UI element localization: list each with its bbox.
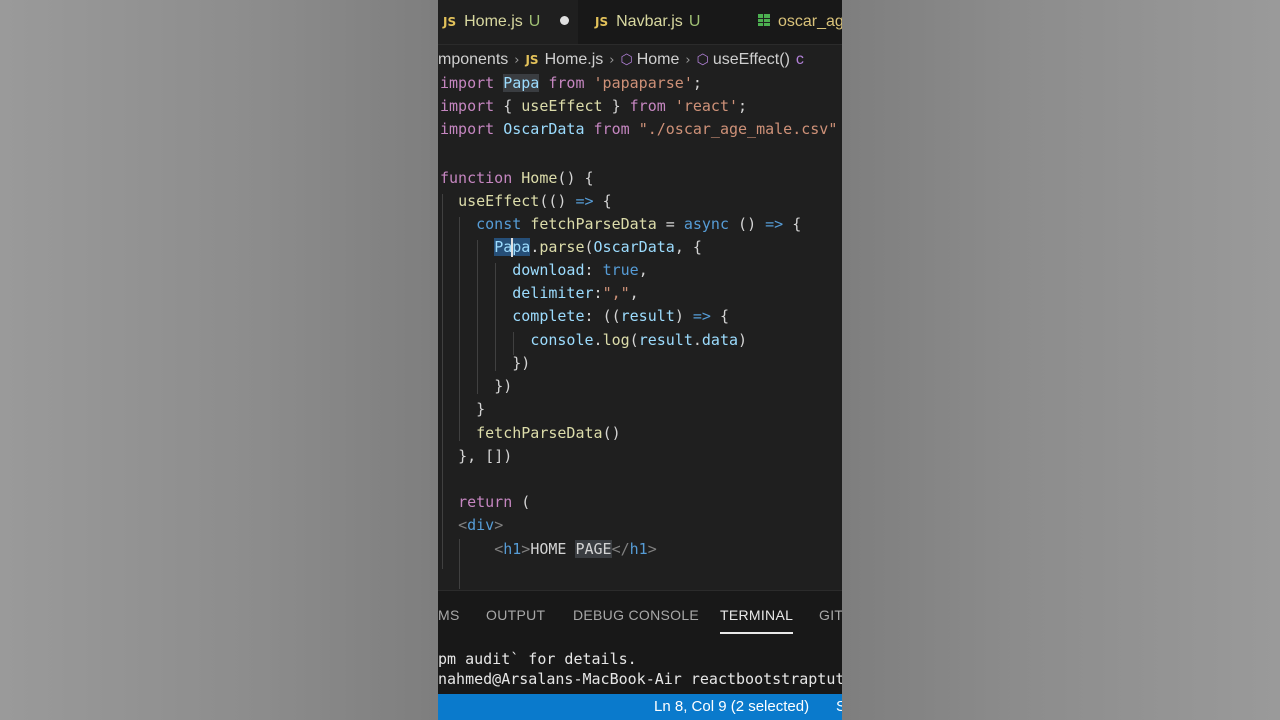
- terminal-line: pm audit` for details.: [438, 650, 637, 668]
- unsaved-dot-icon[interactable]: [560, 16, 570, 26]
- code-line[interactable]: }, []): [440, 445, 512, 468]
- code-line[interactable]: import Papa from 'papaparse';: [440, 72, 702, 95]
- code-line[interactable]: Papa.parse(OscarData, {: [440, 236, 702, 259]
- text-cursor: [511, 238, 513, 257]
- symbol-method-icon: ⬡: [696, 52, 709, 68]
- table-file-icon: [758, 14, 770, 27]
- terminal-line: nahmed@Arsalans-MacBook-Air reactbootstr…: [438, 670, 842, 688]
- breadcrumb-overflow: c: [795, 51, 804, 68]
- breadcrumb-folder[interactable]: mponents: [438, 46, 508, 74]
- code-line[interactable]: complete: ((result) => {: [440, 305, 729, 328]
- code-line[interactable]: fetchParseData(): [440, 422, 621, 445]
- chevron-right-icon: ›: [685, 53, 691, 68]
- code-line[interactable]: download: true,: [440, 259, 647, 282]
- bottom-panel: MS OUTPUT DEBUG CONSOLE TERMINAL GIT pm …: [438, 590, 842, 695]
- code-line[interactable]: const fetchParseData = async () => {: [440, 213, 801, 236]
- breadcrumb-file[interactable]: JS Home.js: [525, 46, 603, 74]
- panel-tab-output[interactable]: OUTPUT: [486, 607, 545, 623]
- tab-navbar-js[interactable]: JS Navbar.js U: [595, 0, 745, 44]
- code-line[interactable]: return (: [440, 491, 530, 514]
- cursor-position[interactable]: Ln 8, Col 9 (2 selected): [654, 694, 809, 720]
- javascript-file-icon: JS: [443, 15, 457, 29]
- javascript-file-icon: JS: [525, 53, 539, 67]
- breadcrumb-symbol-useeffect[interactable]: ⬡ useEffect() c: [697, 46, 804, 74]
- status-overflow[interactable]: S: [836, 694, 842, 720]
- breadcrumb-symbol-home[interactable]: ⬡ Home: [620, 46, 679, 74]
- tab-title: Home.js: [464, 13, 523, 30]
- code-line[interactable]: [440, 468, 449, 491]
- code-line[interactable]: }: [440, 398, 485, 421]
- code-line[interactable]: useEffect(() => {: [440, 190, 612, 213]
- breadcrumb-symbol-label: useEffect(): [712, 51, 790, 68]
- untracked-status: U: [688, 13, 701, 30]
- code-editor[interactable]: import Papa from 'papaparse'; import { us…: [438, 72, 842, 590]
- code-line[interactable]: delimiter:",",: [440, 282, 638, 305]
- chevron-right-icon: ›: [609, 53, 615, 68]
- panel-tab-problems[interactable]: MS: [438, 607, 460, 623]
- background-left: [0, 0, 438, 720]
- untracked-status: U: [528, 13, 541, 30]
- code-line[interactable]: function Home() {: [440, 167, 594, 190]
- breadcrumb: mponents › JS Home.js › ⬡ Home › ⬡ useEffect() c: [438, 46, 842, 74]
- code-line[interactable]: console.log(result.data): [440, 329, 747, 352]
- tab-home-js[interactable]: JS Home.js U: [438, 0, 578, 44]
- tab-title: Navbar.js: [616, 13, 683, 30]
- code-line[interactable]: import { useEffect } from 'react';: [440, 95, 747, 118]
- background-right: [842, 0, 1280, 720]
- status-bar: Ln 8, Col 9 (2 selected) S: [438, 694, 842, 720]
- javascript-file-icon: JS: [595, 15, 609, 29]
- code-line[interactable]: import OscarData from "./oscar_age_male.…: [440, 118, 837, 141]
- breadcrumb-symbol-label: Home: [636, 51, 680, 68]
- breadcrumb-file-label: Home.js: [544, 51, 604, 68]
- vscode-window: JS Home.js U JS Navbar.js U oscar_ag mponent…: [438, 0, 842, 720]
- panel-tab-terminal[interactable]: TERMINAL: [720, 607, 794, 634]
- tab-title: oscar_ag: [778, 13, 842, 30]
- panel-tab-git[interactable]: GIT: [819, 607, 842, 623]
- code-line[interactable]: <div>: [440, 514, 503, 537]
- symbol-method-icon: ⬡: [620, 52, 633, 68]
- chevron-right-icon: ›: [514, 53, 520, 68]
- code-line[interactable]: [440, 141, 449, 164]
- code-line[interactable]: }): [440, 375, 512, 398]
- code-line[interactable]: }): [440, 352, 530, 375]
- panel-tab-debug-console[interactable]: DEBUG CONSOLE: [573, 607, 699, 623]
- tab-oscar-csv[interactable]: oscar_ag: [758, 0, 842, 44]
- code-line[interactable]: <h1>HOME PAGE</h1>: [440, 538, 657, 561]
- editor-tab-bar: JS Home.js U JS Navbar.js U oscar_ag: [438, 0, 842, 45]
